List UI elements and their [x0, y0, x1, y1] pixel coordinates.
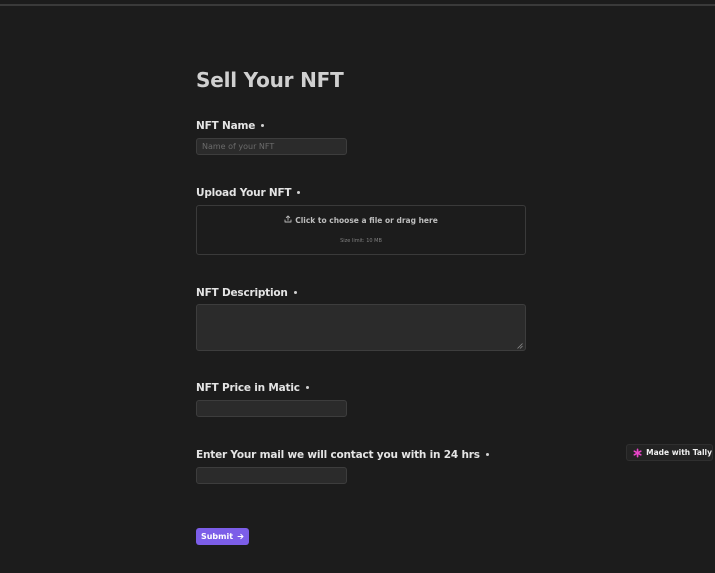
nft-price-label: NFT Price in Matic [196, 382, 309, 394]
page-title: Sell Your NFT [196, 68, 344, 92]
submit-button[interactable]: Submit [196, 528, 249, 545]
required-indicator [293, 290, 297, 294]
nft-name-label-text: NFT Name [196, 120, 256, 132]
nft-description-textarea[interactable] [196, 304, 526, 351]
upload-prompt: Click to choose a file or drag here [197, 215, 525, 226]
upload-prompt-text: Click to choose a file or drag here [295, 216, 438, 225]
upload-size-limit: Size limit: 10 MB [340, 238, 382, 244]
file-upload-dropzone[interactable]: Click to choose a file or drag here Size… [196, 205, 526, 255]
nft-name-label: NFT Name [196, 120, 265, 132]
required-indicator [305, 385, 309, 389]
nft-description-label-text: NFT Description [196, 287, 288, 299]
made-with-tally-badge[interactable]: Made with Tally [626, 444, 713, 461]
required-indicator [485, 452, 489, 456]
submit-button-label: Submit [200, 532, 234, 541]
resize-handle-icon[interactable] [516, 342, 523, 349]
nft-description-label: NFT Description [196, 287, 297, 299]
required-indicator [297, 190, 301, 194]
email-input[interactable] [196, 467, 347, 484]
arrow-right-icon [237, 533, 244, 540]
upload-nft-label-text: Upload Your NFT [196, 187, 292, 199]
nft-name-input[interactable] [196, 138, 347, 155]
made-with-tally-label: Made with Tally [646, 448, 712, 457]
upload-icon [284, 215, 292, 225]
email-label: Enter Your mail we will contact you with… [196, 449, 489, 461]
email-label-text: Enter Your mail we will contact you with… [196, 449, 480, 461]
nft-price-label-text: NFT Price in Matic [196, 382, 300, 394]
required-indicator [261, 123, 265, 127]
upload-nft-label: Upload Your NFT [196, 187, 301, 199]
tally-asterisk-icon [633, 448, 642, 457]
nft-price-input[interactable] [196, 400, 347, 417]
top-border [0, 0, 715, 6]
